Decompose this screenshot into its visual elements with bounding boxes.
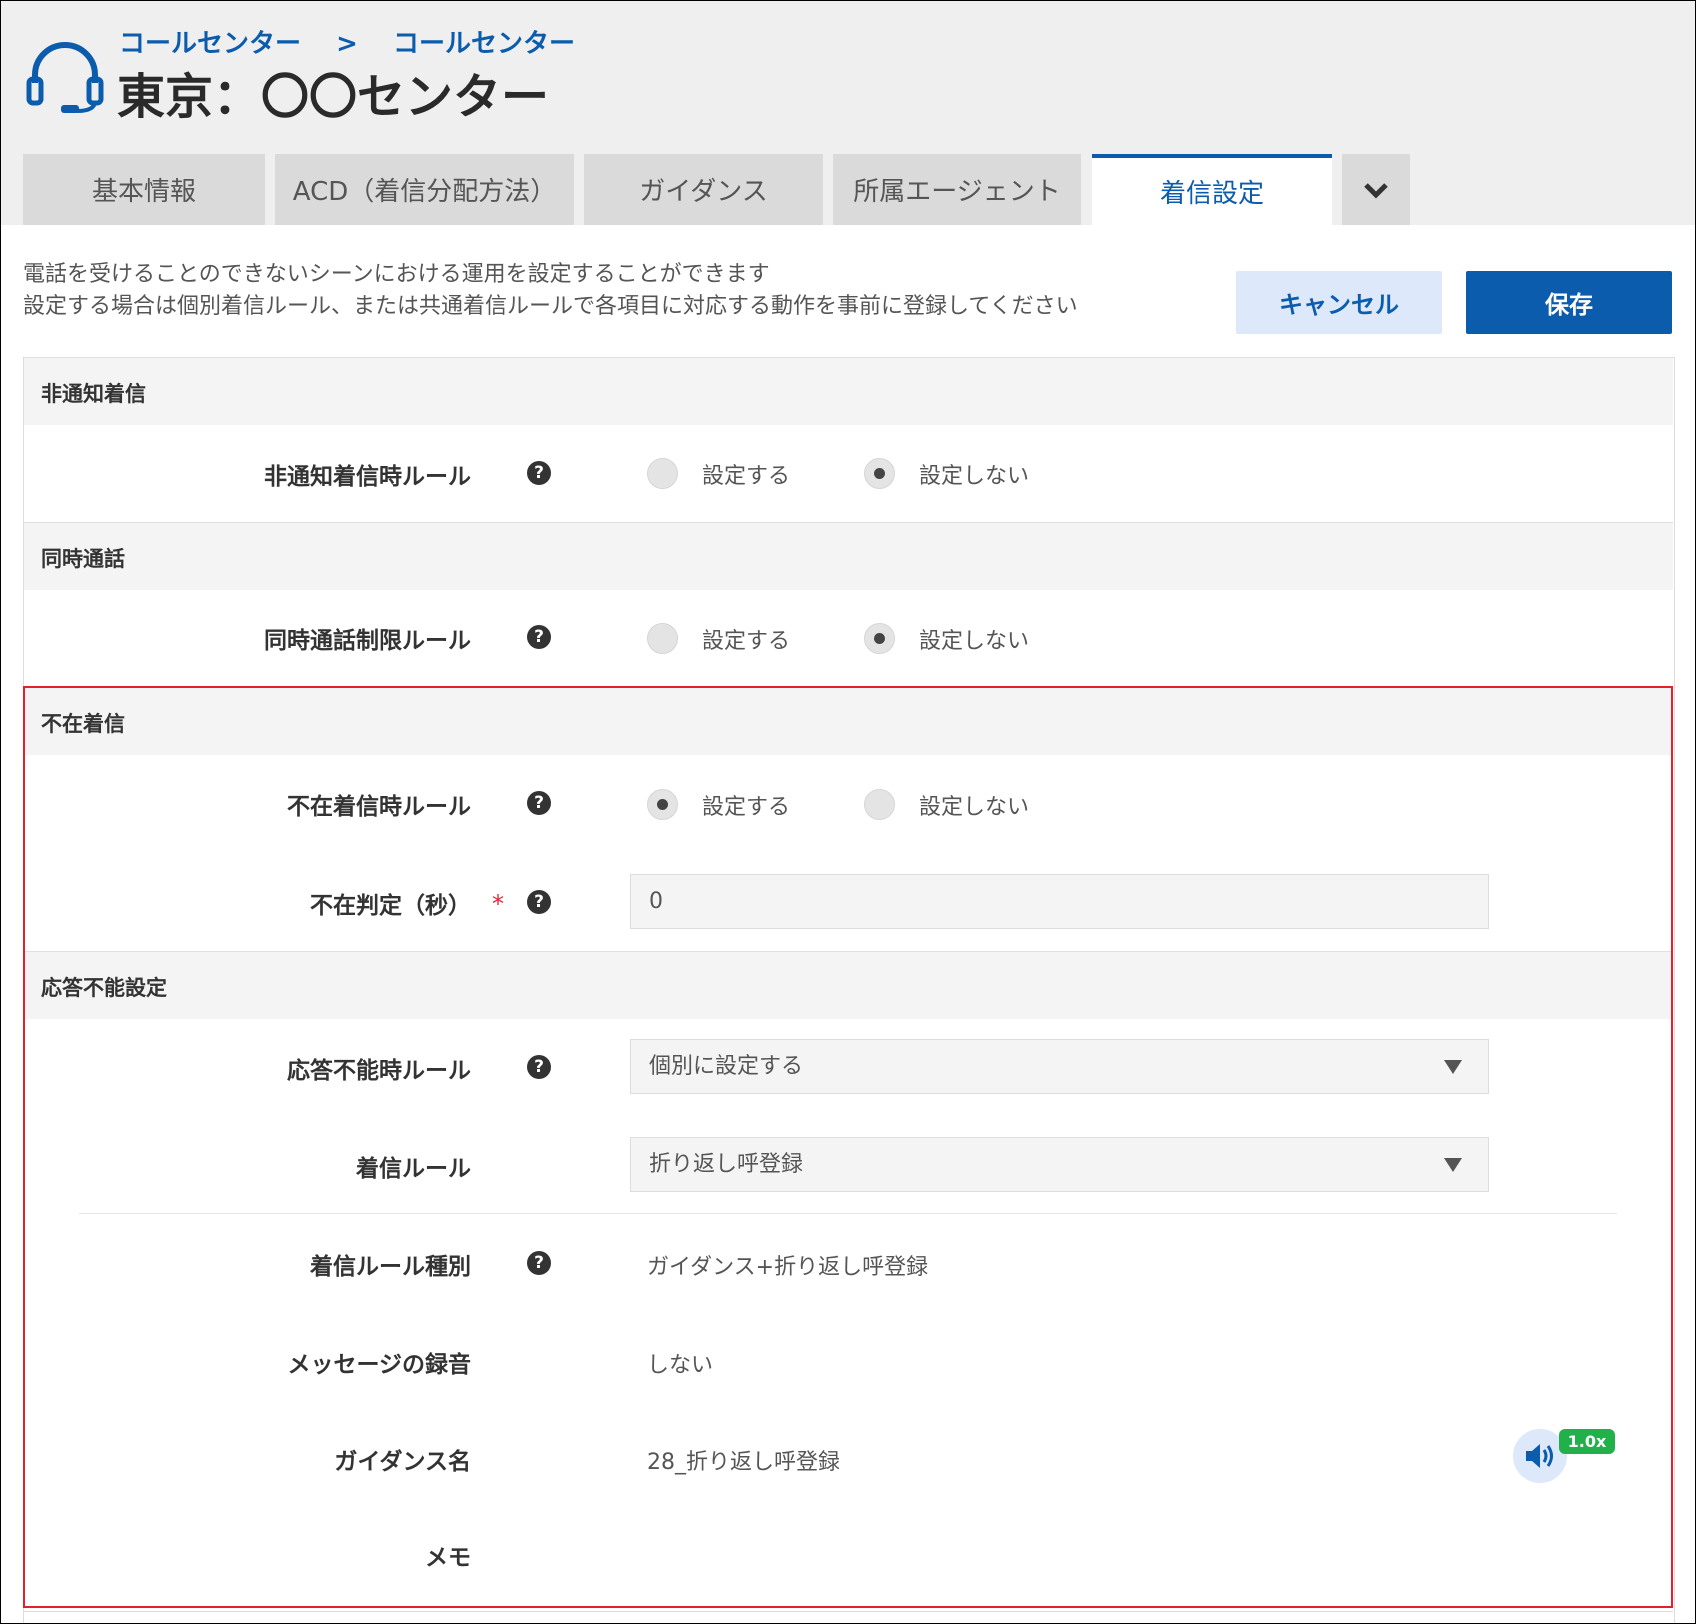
rule-type-value: ガイダンス+折り返し呼登録 — [647, 1255, 929, 1280]
absence-rule-label: 不在着信時ルール — [287, 794, 471, 820]
more-tabs-button[interactable] — [1342, 154, 1410, 225]
save-button[interactable]: 保存 — [1466, 271, 1672, 334]
absence-rule-radio-on[interactable] — [647, 789, 678, 820]
radio-label[interactable]: 設定する — [702, 623, 790, 655]
tab-agents[interactable]: 所属エージェント — [833, 154, 1081, 225]
required-mark: * — [492, 890, 504, 918]
guidance-name-label: ガイダンス名 — [334, 1449, 471, 1475]
help-icon[interactable]: ? — [527, 890, 551, 914]
chevron-down-icon — [1364, 182, 1388, 199]
concurrent-rule-radio-on[interactable] — [647, 623, 678, 654]
radio-label[interactable]: 設定しない — [919, 789, 1029, 821]
help-icon[interactable]: ? — [527, 625, 551, 649]
radio-label[interactable]: 設定する — [702, 458, 790, 490]
description: 電話を受けることのできないシーンにおける運用を設定することができます 設定する場… — [23, 259, 1078, 323]
section-header-concurrent: 同時通話 — [24, 522, 1673, 590]
speaker-icon — [1526, 1444, 1553, 1468]
tab-guidance[interactable]: ガイダンス — [584, 154, 823, 225]
description-line-1: 電話を受けることのできないシーンにおける運用を設定することができます — [23, 262, 770, 287]
radio-label[interactable]: 設定する — [702, 789, 790, 821]
divider — [79, 1213, 1617, 1214]
absence-judge-input[interactable]: 0 — [630, 874, 1489, 929]
tab-acd[interactable]: ACD（着信分配方法） — [275, 154, 574, 225]
unanswerable-rule-label: 応答不能時ルール — [287, 1058, 471, 1084]
memo-label: メモ — [425, 1545, 471, 1571]
dropdown-caret-icon — [1444, 1060, 1462, 1074]
description-line-2: 設定する場合は個別着信ルール、または共通着信ルールで各項目に対応する動作を事前に… — [23, 294, 1078, 319]
section-title: 不在着信 — [41, 712, 125, 736]
rule-type-label: 着信ルール種別 — [310, 1254, 471, 1280]
record-label: メッセージの録音 — [287, 1352, 471, 1378]
anonymous-rule-radio-off[interactable] — [864, 458, 895, 489]
radio-label[interactable]: 設定しない — [919, 458, 1029, 490]
radio-label[interactable]: 設定しない — [919, 623, 1029, 655]
playback-speed-badge[interactable]: 1.0x — [1559, 1429, 1615, 1454]
breadcrumb: コールセンター > コールセンター — [119, 23, 575, 60]
help-icon[interactable]: ? — [527, 461, 551, 485]
concurrent-rule-label: 同時通話制限ルール — [264, 628, 471, 654]
divider — [23, 1611, 1673, 1612]
tab-incoming-settings[interactable]: 着信設定 — [1092, 154, 1332, 225]
screen: コールセンター > コールセンター 東京：〇〇センター 基本情報 ACD（着信分… — [0, 0, 1696, 1624]
breadcrumb-link-current[interactable]: コールセンター — [393, 23, 575, 60]
tab-basic-info[interactable]: 基本情報 — [23, 154, 265, 225]
help-icon[interactable]: ? — [527, 1251, 551, 1275]
incoming-rule-label: 着信ルール — [356, 1156, 471, 1182]
headset-icon — [26, 42, 104, 113]
section-title: 応答不能設定 — [41, 976, 167, 1000]
record-value: しない — [647, 1353, 714, 1378]
section-header-absence: 不在着信 — [24, 687, 1673, 755]
breadcrumb-separator: > — [336, 29, 358, 59]
unanswerable-rule-select[interactable]: 個別に設定する — [630, 1039, 1489, 1094]
anonymous-rule-label: 非通知着信時ルール — [264, 464, 471, 490]
select-value: 折り返し呼登録 — [649, 1152, 804, 1177]
anonymous-rule-radio-on[interactable] — [647, 458, 678, 489]
dropdown-caret-icon — [1444, 1158, 1462, 1172]
cancel-button[interactable]: キャンセル — [1236, 271, 1442, 334]
section-title: 非通知着信 — [41, 382, 146, 406]
absence-rule-radio-off[interactable] — [864, 789, 895, 820]
breadcrumb-link-parent[interactable]: コールセンター — [119, 23, 301, 60]
page-title: 東京：〇〇センター — [117, 69, 550, 125]
section-header-unanswerable: 応答不能設定 — [24, 951, 1673, 1019]
select-value: 個別に設定する — [649, 1054, 804, 1079]
guidance-name-value: 28_折り返し呼登録 — [647, 1450, 840, 1475]
incoming-rule-select[interactable]: 折り返し呼登録 — [630, 1137, 1489, 1192]
section-header-anonymous: 非通知着信 — [24, 357, 1673, 425]
section-title: 同時通話 — [41, 547, 125, 571]
concurrent-rule-radio-off[interactable] — [864, 623, 895, 654]
help-icon[interactable]: ? — [527, 1055, 551, 1079]
help-icon[interactable]: ? — [527, 791, 551, 815]
page-header: コールセンター > コールセンター 東京：〇〇センター 基本情報 ACD（着信分… — [1, 1, 1695, 225]
absence-judge-label: 不在判定（秒） — [310, 893, 471, 919]
